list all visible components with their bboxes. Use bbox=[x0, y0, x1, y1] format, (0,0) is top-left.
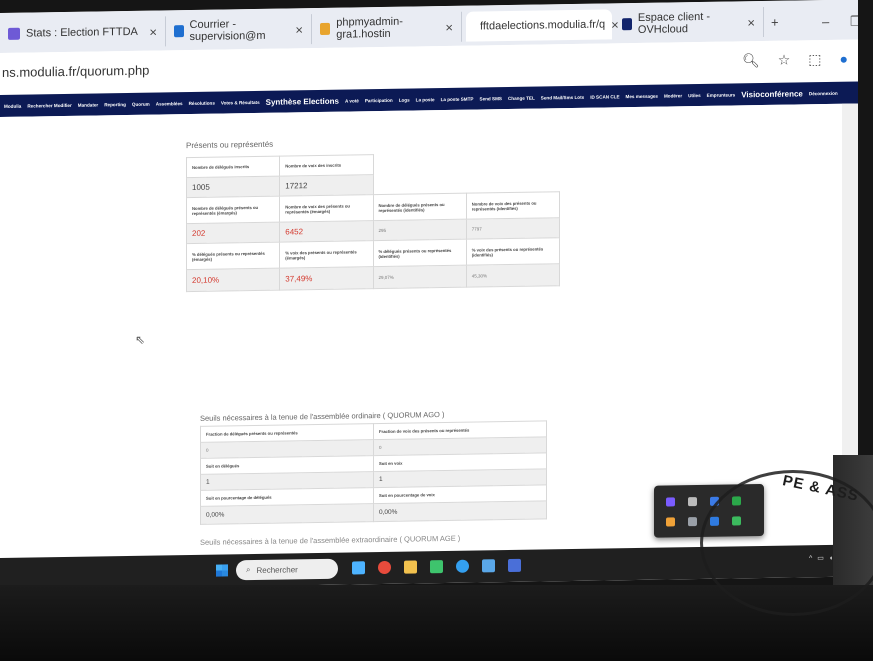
table-header-cell: Nombre de voix des présents ou représent… bbox=[466, 191, 560, 220]
extensions-icon[interactable]: ⬚ bbox=[808, 51, 821, 68]
close-tab-icon[interactable]: × bbox=[445, 19, 453, 34]
nav-item-mandater[interactable]: Mandater bbox=[78, 102, 98, 107]
table-header-cell: % délégués présents ou représentés (émar… bbox=[186, 242, 280, 270]
new-tab-button[interactable]: + bbox=[771, 15, 779, 30]
table-value-cell: 29,07% bbox=[373, 265, 467, 289]
tab-fftdaelections[interactable]: fftdaelections.modulia.fr/q × bbox=[466, 9, 619, 42]
nav-item-d-connexion[interactable]: Déconnexion bbox=[809, 90, 838, 95]
table-header-cell: % voix des présents ou représentés (émar… bbox=[279, 240, 373, 269]
table-header-cell: Nombre de délégués présents ou représent… bbox=[373, 193, 467, 221]
outlook-icon bbox=[174, 25, 184, 38]
nav-item-participation[interactable]: Participation bbox=[365, 97, 393, 102]
taskbar-search[interactable]: ⌕ Rechercher bbox=[236, 558, 338, 581]
table-value-cell: 295 bbox=[373, 219, 467, 241]
table-header-cell: % voix des présents ou représentés (iden… bbox=[466, 237, 560, 266]
close-tab-icon[interactable]: × bbox=[295, 22, 303, 37]
nav-item-utiles[interactable]: Utiles bbox=[688, 92, 701, 97]
tab-title: phpmyadmin-gra1.hostin bbox=[336, 15, 403, 41]
file-explorer-icon[interactable] bbox=[404, 560, 417, 574]
nav-item-assembl-es[interactable]: Assemblées bbox=[156, 101, 183, 106]
nav-item-change-tel[interactable]: Change TEL bbox=[508, 95, 535, 100]
table-value-cell: 20,10% bbox=[186, 268, 280, 292]
tab-title: Stats : Election FTTDA bbox=[26, 25, 138, 40]
close-tab-icon[interactable]: × bbox=[747, 15, 755, 30]
nav-item-synth-se-elections[interactable]: Synthèse Elections bbox=[266, 96, 339, 106]
nav-item-reporting[interactable]: Reporting bbox=[104, 102, 126, 107]
table-value-cell: 0,00% bbox=[200, 503, 374, 525]
table-value-cell: 6452 bbox=[279, 220, 373, 243]
table-header-cell: Nombre de voix des présents ou représent… bbox=[279, 194, 373, 223]
phpmyadmin-icon bbox=[320, 22, 331, 35]
search-placeholder: Rechercher bbox=[256, 564, 298, 575]
tab-title: fftdaelections.modulia.fr/q bbox=[480, 18, 606, 33]
table-header-cell: Nombre de voix des inscrits bbox=[279, 154, 373, 177]
table-value-cell: 45,30% bbox=[466, 263, 560, 288]
profile-icon[interactable]: ● bbox=[840, 51, 848, 68]
tray-app-icon[interactable] bbox=[688, 497, 697, 507]
nav-item-emprunteurs[interactable]: Emprunteurs bbox=[707, 92, 736, 97]
nav-item-modulia[interactable]: Modulia bbox=[4, 103, 21, 108]
nav-item-mes-messages[interactable]: Mes messages bbox=[626, 93, 658, 99]
zoom-icon[interactable]: 🔍︎ bbox=[742, 52, 760, 69]
tab-title: Courrier - supervision@m bbox=[189, 18, 266, 44]
restore-icon[interactable]: ❐ bbox=[850, 13, 858, 29]
section-title-presents: Présents ou représentés bbox=[186, 139, 274, 151]
nav-item-send-sms[interactable]: Send SMS bbox=[480, 96, 502, 101]
nav-item-votes-r-sultats[interactable]: Votes & Résultats bbox=[221, 99, 260, 105]
chrome-icon[interactable] bbox=[378, 560, 391, 575]
nav-item-visioconf-rence[interactable]: Visioconférence bbox=[741, 89, 803, 99]
table-value-cell: 17212 bbox=[279, 174, 373, 197]
tray-app-icon[interactable] bbox=[666, 517, 675, 527]
nav-item-la-poste[interactable]: La poste bbox=[416, 97, 435, 102]
store-icon[interactable] bbox=[482, 559, 495, 573]
nav-item-rechercher-modifier[interactable]: Rechercher Modifier bbox=[27, 102, 71, 108]
section-title-quorum-ago: Seuils nécessaires à la tenue de l'assem… bbox=[200, 410, 445, 423]
tab-stats-election[interactable]: Stats : Election FTTDA × bbox=[0, 16, 166, 49]
close-tab-icon[interactable]: × bbox=[149, 24, 157, 39]
table-value-cell: 202 bbox=[186, 222, 280, 244]
mouse-cursor-icon: ⇖ bbox=[135, 332, 146, 347]
windows-start-icon[interactable] bbox=[216, 564, 228, 577]
nav-item-quorum[interactable]: Quorum bbox=[132, 101, 150, 106]
calculator-icon[interactable] bbox=[508, 558, 521, 573]
tab-title: Espace client - OVHcloud bbox=[637, 10, 711, 36]
table-header-cell: Nombre de délégués inscrits bbox=[186, 156, 280, 178]
tab-courrier[interactable]: Courrier - supervision@m × bbox=[166, 14, 312, 47]
nav-item-id-scan-cle[interactable]: ID SCAN CLE bbox=[590, 94, 619, 99]
nav-item-logs[interactable]: Logs bbox=[399, 97, 410, 102]
table-header-cell: % délégués présents ou représentés (iden… bbox=[373, 239, 467, 267]
table-header-cell: Nombre de délégués présents ou représent… bbox=[186, 196, 280, 224]
url-field[interactable]: ns.modulia.fr/quorum.php bbox=[2, 63, 149, 80]
quorum-ago-table: Fraction de délégués présents ou représe… bbox=[200, 420, 547, 525]
nav-item-a-vot-[interactable]: A voté bbox=[345, 98, 359, 103]
colorful-app-icon[interactable] bbox=[456, 559, 469, 573]
network-icon[interactable] bbox=[352, 561, 365, 575]
tray-app-icon[interactable] bbox=[688, 517, 697, 527]
section-title-quorum-age: Seuils nécessaires à la tenue de l'assem… bbox=[200, 533, 461, 547]
magnifier-icon: ⌕ bbox=[246, 565, 251, 575]
table-row: 20,10% 37,49% 29,07% 45,30% bbox=[186, 263, 560, 292]
tray-app-icon[interactable] bbox=[666, 497, 675, 507]
table-value-cell: 7797 bbox=[466, 217, 560, 240]
green-app-icon[interactable] bbox=[430, 560, 443, 574]
tab-ovhcloud[interactable]: Espace client - OVHcloud × bbox=[614, 6, 764, 40]
nav-item-mod-rer[interactable]: Modérer bbox=[664, 93, 682, 98]
nav-item-la-poste-smtp[interactable]: La poste SMTP bbox=[441, 96, 474, 102]
table-value-cell: 1005 bbox=[186, 176, 280, 198]
minimize-icon[interactable]: – bbox=[822, 14, 829, 29]
address-bar-icons: 🔍︎ ☆ ⬚ ● bbox=[742, 51, 848, 70]
tab-phpmyadmin[interactable]: phpmyadmin-gra1.hostin × bbox=[312, 11, 462, 45]
nav-item-r-solutions[interactable]: Résolutions bbox=[189, 100, 215, 105]
star-icon[interactable]: ☆ bbox=[778, 52, 791, 69]
presents-table: Nombre de délégués inscrits Nombre de vo… bbox=[186, 151, 560, 292]
table-value-cell: 0,00% bbox=[373, 500, 547, 522]
table-value-cell: 37,49% bbox=[279, 266, 373, 291]
ovh-icon bbox=[622, 18, 632, 31]
nav-item-send-mail-sms-lots[interactable]: Send Mail/Sms Lots bbox=[541, 94, 584, 100]
stats-icon bbox=[8, 27, 20, 40]
